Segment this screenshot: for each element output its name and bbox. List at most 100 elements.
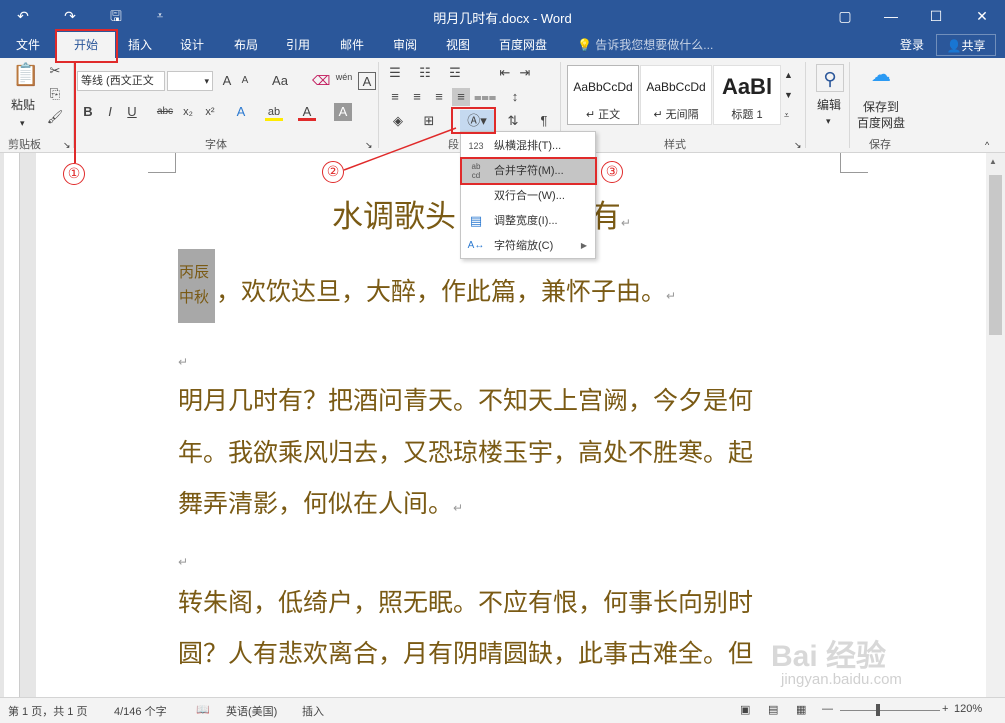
bullets-icon[interactable]: ☰ <box>386 64 404 82</box>
proofing-icon[interactable]: 📖 <box>196 703 210 716</box>
save-to-baidu-button-line2[interactable]: 百度网盘 <box>857 114 905 132</box>
margin-mark <box>148 153 176 173</box>
superscript-icon[interactable]: x² <box>201 103 219 121</box>
underline-icon[interactable]: U <box>123 103 141 121</box>
tab-design[interactable]: 设计 <box>170 32 214 58</box>
zoom-out-icon[interactable]: — <box>822 703 833 715</box>
menu-item-two-lines-in-one[interactable]: 双行合一(W)... <box>461 184 595 208</box>
para2-line2: 圆？人有悲欢离合，月有阴晴圆缺，此事古难全。但 <box>178 639 754 668</box>
combined-char-line-2: 中秋 <box>179 288 210 306</box>
empty-paragraph: ↵ <box>178 555 189 569</box>
tab-view[interactable]: 视图 <box>436 32 480 58</box>
scrollbar-thumb[interactable] <box>989 175 1002 335</box>
tab-review[interactable]: 审阅 <box>383 32 427 58</box>
para1-line3: 舞弄清影，何似在人间。↵ <box>178 489 464 518</box>
insert-mode[interactable]: 插入 <box>302 703 324 719</box>
word-count[interactable]: 4/146 个字 <box>114 703 167 719</box>
format-painter-icon[interactable]: 🖌 <box>46 108 64 126</box>
styles-scroll-up-icon[interactable]: ▲ <box>784 66 793 84</box>
combined-characters-selection[interactable]: 丙辰 中秋 <box>178 249 215 323</box>
line-spacing-icon[interactable]: ↕ <box>506 88 524 106</box>
shrink-font-icon[interactable]: A <box>236 72 254 90</box>
italic-icon[interactable]: I <box>101 103 119 121</box>
show-marks-icon[interactable]: ¶ <box>535 112 553 130</box>
styles-scroll-down-icon[interactable]: ▼ <box>784 86 793 104</box>
font-name-box[interactable]: 等线 (西文正文 <box>77 71 165 91</box>
pinyin-guide-icon[interactable]: wén <box>334 68 354 86</box>
share-button[interactable]: 👤共享 <box>936 34 996 56</box>
annotation-leader-line <box>74 63 76 163</box>
print-layout-icon[interactable]: ▤ <box>768 703 778 716</box>
login-link[interactable]: 登录 <box>900 32 924 58</box>
style-normal-name: ↵ 正文 <box>585 109 621 121</box>
distributed-icon[interactable]: ⩶ <box>474 88 496 106</box>
find-icon[interactable]: ⚲ <box>816 64 844 92</box>
style-no-spacing[interactable]: AaBbCcDd ↵ 无间隔 <box>640 65 712 125</box>
decrease-indent-icon[interactable]: ⇤ <box>496 64 514 82</box>
font-size-box[interactable]: ▾ <box>167 71 213 91</box>
bold-icon[interactable]: B <box>79 103 97 121</box>
highlight-icon[interactable]: ab <box>265 103 283 121</box>
multilevel-list-icon[interactable]: ☲ <box>446 64 464 82</box>
vertical-scrollbar[interactable]: ▲ <box>986 153 1005 697</box>
read-mode-icon[interactable]: ▣ <box>740 703 750 716</box>
styles-group-label: 样式 <box>664 139 686 151</box>
menu-item-fit-text[interactable]: ▤ 调整宽度(I)... <box>461 209 595 233</box>
tab-references[interactable]: 引用 <box>276 32 320 58</box>
cut-icon[interactable]: ✂ <box>46 62 64 80</box>
copy-icon[interactable]: ⎘ <box>46 85 64 103</box>
clipboard-launcher-icon[interactable]: ↘ <box>63 136 71 154</box>
menu-item-character-scaling[interactable]: A↔ 字符缩放(C) ▶ <box>461 234 595 258</box>
text-effects-icon[interactable]: A <box>232 103 250 121</box>
scroll-up-icon[interactable]: ▲ <box>989 157 997 166</box>
zoom-level[interactable]: 120% <box>954 703 982 715</box>
tab-baidu-netdisk[interactable]: 百度网盘 <box>492 32 554 58</box>
zoom-slider[interactable] <box>840 710 940 711</box>
tab-file[interactable]: 文件 <box>6 32 50 58</box>
align-right-icon[interactable]: ≡ <box>430 88 448 106</box>
paste-icon[interactable]: 📋 <box>12 64 40 94</box>
increase-indent-icon[interactable]: ⇥ <box>516 64 534 82</box>
menu-item-horizontal-in-vertical[interactable]: 123 纵横混排(T)... <box>461 134 595 158</box>
character-shading-icon[interactable]: A <box>334 103 352 121</box>
web-layout-icon[interactable]: ▦ <box>796 703 806 716</box>
tab-mailings[interactable]: 邮件 <box>330 32 374 58</box>
style-heading-1[interactable]: AaBl 标题 1 <box>713 65 781 125</box>
divider <box>849 62 850 148</box>
collapse-ribbon-icon[interactable]: ^ <box>985 136 989 154</box>
person-icon: 👤 <box>946 39 962 53</box>
annotation-marker-3: ③ <box>601 161 623 183</box>
language[interactable]: 英语(美国) <box>226 703 277 719</box>
close-button[interactable]: ✕ <box>959 0 1005 32</box>
change-case-icon[interactable]: Aa <box>268 72 292 90</box>
editing-dropdown-icon[interactable]: ▾ <box>826 112 831 130</box>
subscript-icon[interactable]: x₂ <box>179 103 197 121</box>
font-color-icon[interactable]: A <box>298 103 316 121</box>
strikethrough-icon[interactable]: abc <box>154 103 176 121</box>
baidu-netdisk-icon[interactable]: ☁ <box>866 65 896 92</box>
grow-font-icon[interactable]: A <box>218 72 236 90</box>
zoom-in-icon[interactable]: + <box>942 703 948 715</box>
tab-layout[interactable]: 布局 <box>224 32 268 58</box>
styles-more-icon[interactable]: ⩡ <box>784 106 789 124</box>
tab-insert[interactable]: 插入 <box>118 32 162 58</box>
font-size-dropdown-icon[interactable]: ▾ <box>204 72 209 90</box>
sort-icon[interactable]: ⇅ <box>504 112 522 130</box>
minimize-button[interactable]: — <box>868 0 914 32</box>
zoom-slider-thumb[interactable] <box>876 704 880 716</box>
tell-me-search[interactable]: 💡 告诉我您想要做什么... <box>577 32 713 58</box>
style-normal[interactable]: AaBbCcDd ↵ 正文 <box>567 65 639 125</box>
page-count[interactable]: 第 1 页，共 1 页 <box>8 703 87 719</box>
character-border-icon[interactable]: A <box>358 72 376 90</box>
watermark-url: jingyan.baidu.com <box>781 671 902 688</box>
clear-format-icon[interactable]: ⌫ <box>312 72 330 90</box>
numbering-icon[interactable]: ☷ <box>416 64 434 82</box>
styles-launcher-icon[interactable]: ↘ <box>794 136 802 154</box>
maximize-button[interactable]: ☐ <box>913 0 959 32</box>
paste-dropdown-icon[interactable]: ▾ <box>20 114 25 132</box>
align-left-icon[interactable]: ≡ <box>386 88 404 106</box>
ribbon-display-options-button[interactable]: ▢ <box>822 0 868 32</box>
align-center-icon[interactable]: ≡ <box>408 88 426 106</box>
justify-icon[interactable]: ≡ <box>452 88 470 106</box>
paste-button[interactable]: 粘贴 <box>11 96 35 114</box>
